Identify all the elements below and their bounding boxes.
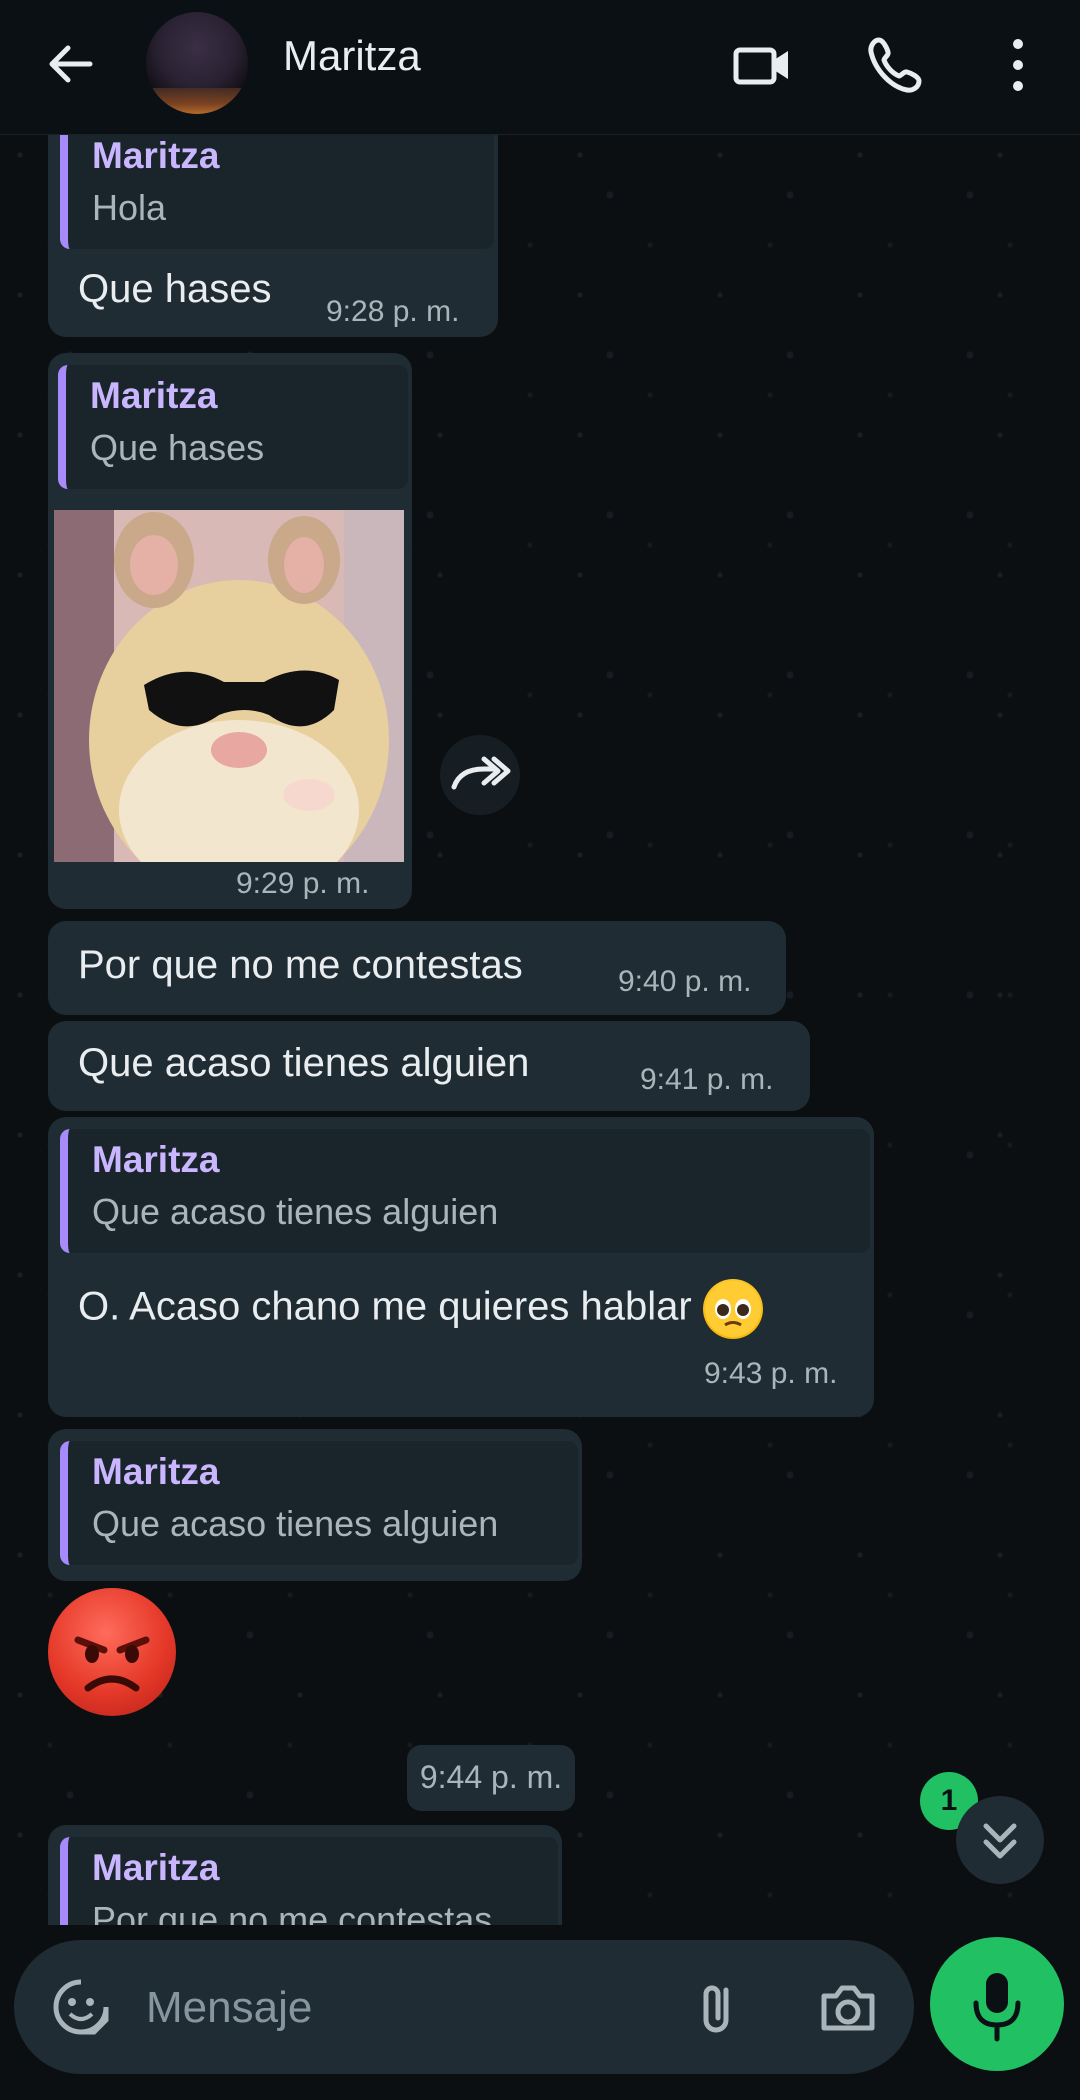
pleading-face-emoji xyxy=(702,1279,763,1339)
forward-button[interactable] xyxy=(440,735,520,815)
quote-sender: Maritza xyxy=(92,1451,220,1492)
quoted-message[interactable]: Maritza Que acaso tienes alguien xyxy=(60,1129,870,1253)
video-call-icon[interactable] xyxy=(728,30,798,100)
quote-sender: Maritza xyxy=(90,375,218,416)
camera-icon[interactable] xyxy=(816,1978,880,2038)
phone-call-icon[interactable] xyxy=(863,30,933,100)
message-text: Que hases xyxy=(78,267,272,311)
message-bubble[interactable]: Maritza Hola Que hases 9:28 p. m. xyxy=(48,135,498,337)
angry-face-emoji[interactable] xyxy=(48,1588,176,1716)
message-bubble[interactable]: Que acaso tienes alguien 9:41 p. m. xyxy=(48,1021,810,1111)
double-chevron-down-icon xyxy=(983,1823,1017,1859)
quote-text: Hola xyxy=(92,187,167,228)
scroll-to-bottom-button[interactable] xyxy=(956,1796,1044,1884)
quote-sender: Maritza xyxy=(92,135,220,176)
quote-sender: Maritza xyxy=(92,1847,220,1888)
quote-text: Que acaso tienes alguien xyxy=(92,1191,499,1232)
voice-message-button[interactable] xyxy=(930,1937,1064,2071)
message-bubble[interactable]: Maritza Por que no me contestas xyxy=(48,1825,562,1925)
message-input[interactable] xyxy=(144,1968,668,2048)
time-divider: 9:44 p. m. xyxy=(407,1745,575,1811)
quote-text: Por que no me contestas xyxy=(92,1899,493,1925)
message-time: 9:28 p. m. xyxy=(326,295,460,328)
message-bubble[interactable]: Por que no me contestas 9:40 p. m. xyxy=(48,921,786,1015)
message-text: Por que no me contestas xyxy=(78,943,523,987)
contact-name[interactable]: Maritza xyxy=(283,32,421,80)
quoted-message[interactable]: Maritza Que acaso tienes alguien xyxy=(60,1441,578,1565)
message-text-body: O. Acaso chano me quieres hablar xyxy=(78,1284,692,1329)
message-bubble[interactable]: Maritza Que acaso tienes alguien O. Acas… xyxy=(48,1117,874,1417)
quoted-message[interactable]: Maritza Que hases xyxy=(58,365,408,489)
message-time: 9:43 p. m. xyxy=(704,1357,838,1390)
time-divider-text: 9:44 p. m. xyxy=(419,1759,563,1795)
hamster-illustration xyxy=(54,510,404,862)
message-bubble[interactable]: Maritza Que acaso tienes alguien xyxy=(48,1429,582,1581)
attach-icon[interactable] xyxy=(686,1976,748,2038)
quoted-message[interactable]: Maritza Hola xyxy=(60,135,494,249)
quoted-message[interactable]: Maritza Por que no me contestas xyxy=(60,1837,558,1925)
message-time: 9:41 p. m. xyxy=(640,1063,774,1096)
message-time: 9:29 p. m. xyxy=(236,867,370,900)
quote-text: Que acaso tienes alguien xyxy=(92,1503,499,1544)
hamster-sunglasses-image[interactable] xyxy=(54,510,404,862)
message-text: O. Acaso chano me quieres hablar xyxy=(78,1279,763,1339)
message-text: Que acaso tienes alguien xyxy=(78,1041,530,1085)
microphone-icon xyxy=(973,1973,1021,2042)
forward-icon xyxy=(451,756,511,790)
quote-sender: Maritza xyxy=(92,1139,220,1180)
message-composer xyxy=(14,1940,914,2074)
back-arrow-icon[interactable] xyxy=(40,34,100,94)
chat-area[interactable]: Maritza Hola Que hases 9:28 p. m. Maritz… xyxy=(0,135,1080,1925)
message-time: 9:40 p. m. xyxy=(618,965,752,998)
contact-avatar[interactable] xyxy=(146,12,248,114)
more-options-icon[interactable] xyxy=(990,30,1060,100)
sticker-icon[interactable] xyxy=(50,1976,112,2038)
quote-text: Que hases xyxy=(90,427,265,468)
chat-header: Maritza xyxy=(0,0,1080,135)
